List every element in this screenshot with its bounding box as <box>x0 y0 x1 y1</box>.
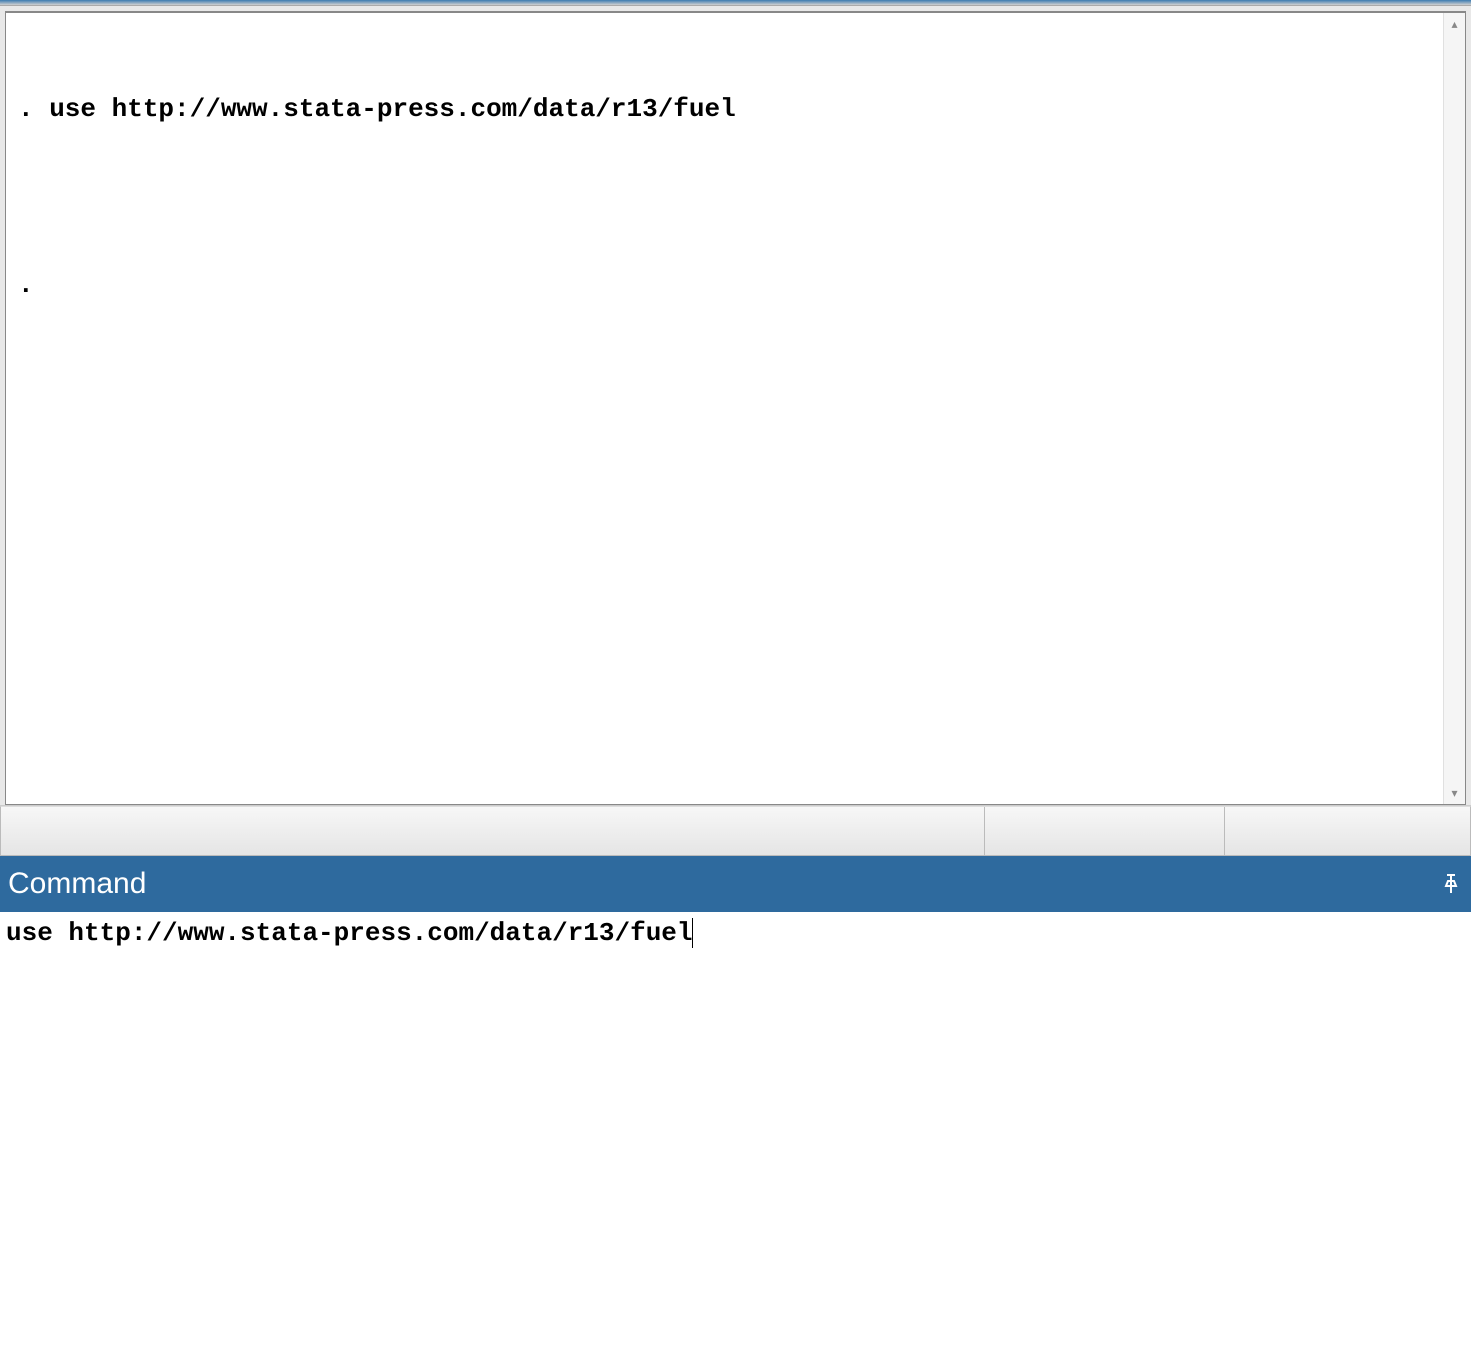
status-segment <box>1225 807 1470 855</box>
status-bar <box>0 806 1471 856</box>
command-panel-header[interactable]: Command <box>0 856 1471 912</box>
scroll-down-icon[interactable]: ▾ <box>1444 782 1465 804</box>
pin-icon[interactable] <box>1439 872 1463 896</box>
results-area[interactable]: . use http://www.stata-press.com/data/r1… <box>5 11 1466 805</box>
command-panel-title: Command <box>8 867 1439 901</box>
scroll-track[interactable] <box>1444 35 1465 782</box>
scroll-up-icon[interactable]: ▴ <box>1444 13 1465 35</box>
results-content: . use http://www.stata-press.com/data/r1… <box>6 13 1443 804</box>
results-line: . use http://www.stata-press.com/data/r1… <box>18 91 1431 127</box>
results-panel: . use http://www.stata-press.com/data/r1… <box>0 6 1471 806</box>
text-cursor <box>692 918 693 948</box>
command-input-area[interactable]: use http://www.stata-press.com/data/r13/… <box>0 912 1471 1355</box>
status-segment <box>1 807 985 855</box>
status-segment <box>985 807 1225 855</box>
command-input[interactable]: use http://www.stata-press.com/data/r13/… <box>6 918 1465 948</box>
results-line: . <box>18 267 1431 303</box>
command-input-text: use http://www.stata-press.com/data/r13/… <box>6 918 693 948</box>
results-scrollbar[interactable]: ▴ ▾ <box>1443 13 1465 804</box>
